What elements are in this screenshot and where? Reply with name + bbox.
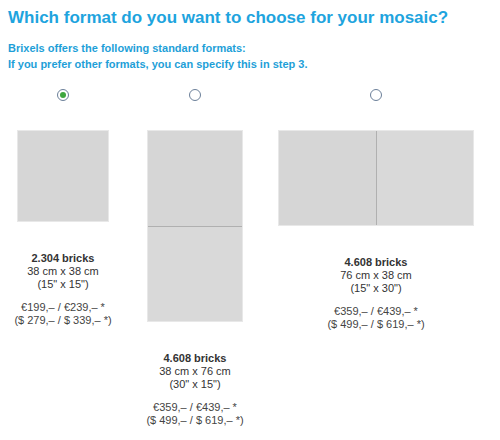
- price-usd: ($ 499,– / $ 619,– *): [146, 414, 243, 427]
- price-eur: €199,– / €239,– *: [21, 301, 105, 314]
- mosaic-preview[interactable]: [278, 130, 474, 226]
- brick-count: 4.608 bricks: [344, 256, 407, 269]
- price-eur: €359,– / €439,– *: [153, 401, 237, 414]
- radio-dot-icon: [60, 92, 66, 98]
- format-option[interactable]: 2.304 bricks38 cm x 38 cm(15" x 15") €199…: [7, 89, 119, 327]
- subtitle-line: If you prefer other formats, you can spe…: [8, 56, 500, 72]
- price-usd: ($ 279,– / $ 339,– *): [14, 314, 111, 327]
- format-options: 2.304 bricks38 cm x 38 cm(15" x 15") €199…: [0, 89, 500, 427]
- format-radio[interactable]: [57, 89, 69, 101]
- price-eur: €359,– / €439,– *: [334, 305, 418, 318]
- size-inches: (30" x 15"): [169, 378, 220, 391]
- size-inches: (15" x 15"): [37, 278, 88, 291]
- mosaic-preview[interactable]: [147, 130, 243, 322]
- page-title: Which format do you want to choose for y…: [0, 6, 500, 30]
- format-option[interactable]: 4.608 bricks38 cm x 76 cm(30" x 15") €359…: [130, 89, 260, 427]
- format-radio[interactable]: [370, 89, 382, 101]
- brick-count: 2.304 bricks: [31, 252, 94, 265]
- size-inches: (15" x 30"): [350, 282, 401, 295]
- format-radio[interactable]: [189, 89, 201, 101]
- subtitle-line: Brixels offers the following standard fo…: [8, 40, 500, 56]
- mosaic-preview[interactable]: [17, 130, 109, 222]
- size-cm: 38 cm x 76 cm: [159, 365, 231, 378]
- format-option[interactable]: 4.608 bricks76 cm x 38 cm(15" x 30") €359…: [276, 89, 476, 331]
- format-page: Which format do you want to choose for y…: [0, 0, 500, 440]
- size-cm: 76 cm x 38 cm: [340, 269, 412, 282]
- price-usd: ($ 499,– / $ 619,– *): [327, 318, 424, 331]
- size-cm: 38 cm x 38 cm: [27, 265, 99, 278]
- brick-count: 4.608 bricks: [163, 352, 226, 365]
